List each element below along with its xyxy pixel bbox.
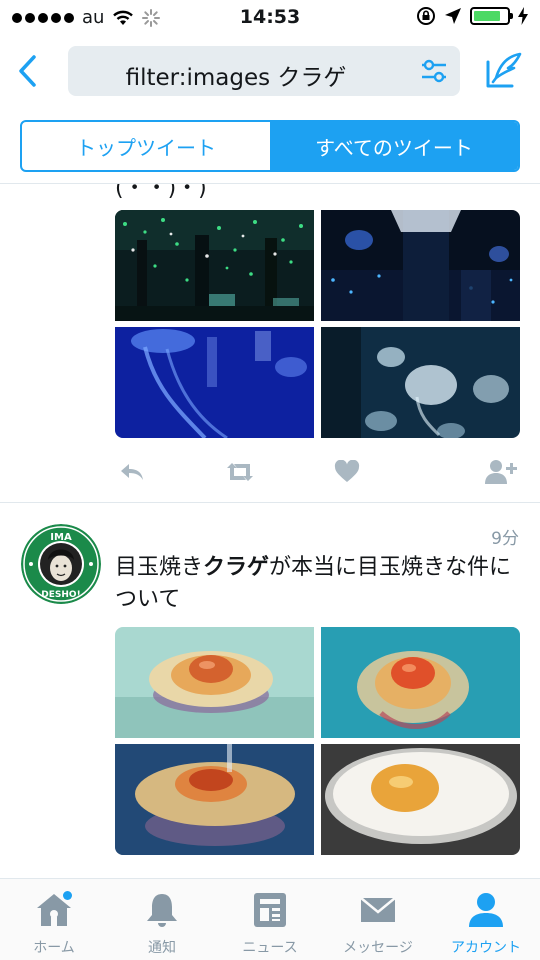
media-photo[interactable] <box>115 627 314 738</box>
person-icon <box>466 891 506 929</box>
media-photo[interactable] <box>321 210 520 321</box>
retweet-button[interactable] <box>223 456 257 488</box>
retweet-icon <box>227 463 253 481</box>
avatar[interactable]: IMA DESHO! <box>21 524 101 604</box>
media-photo[interactable] <box>321 327 520 438</box>
tweet-action-bar <box>115 456 520 488</box>
like-button[interactable] <box>330 456 364 488</box>
media-photo[interactable] <box>321 744 520 855</box>
fried-egg-photo <box>321 744 520 855</box>
notification-dot <box>63 891 72 900</box>
rotation-lock-icon <box>417 7 435 25</box>
sliders-icon[interactable] <box>420 58 448 84</box>
tab-label: メッセージ <box>343 940 413 956</box>
previous-tweet-text: (・・)・) <box>115 184 207 201</box>
jellyfish-photo <box>321 327 520 438</box>
tab-label: アカウント <box>451 940 521 956</box>
segment-top-tweets[interactable]: トップツイート <box>22 122 270 170</box>
tab-account[interactable]: アカウント <box>432 879 540 960</box>
tweet-media-grid <box>115 627 520 855</box>
search-query: filter:images クラゲ <box>125 65 347 91</box>
tab-label: 通知 <box>148 940 176 956</box>
charging-bolt-icon <box>518 7 528 25</box>
tweet-timestamp[interactable]: 9分 <box>491 524 519 549</box>
bottom-tab-bar: ホーム 通知 ニュース メッセージ アカウント <box>0 878 540 960</box>
media-photo[interactable] <box>115 744 314 855</box>
battery-level <box>474 11 500 21</box>
previous-tweet-media-grid <box>115 210 520 438</box>
tab-home[interactable]: ホーム <box>0 879 108 960</box>
heart-icon <box>334 460 360 482</box>
tab-notifications[interactable]: 通知 <box>108 879 216 960</box>
fried-egg-jellyfish-photo <box>115 744 314 855</box>
follow-button[interactable] <box>484 456 518 488</box>
location-arrow-icon <box>445 8 461 24</box>
tab-messages[interactable]: メッセージ <box>324 879 432 960</box>
tweet-filter-segmented-control: トップツイート すべてのツイート <box>20 120 520 172</box>
search-field[interactable]: filter:images クラゲ <box>68 46 460 96</box>
jellyfish-photo <box>115 327 314 438</box>
tweet-text-part: 目玉焼き <box>115 555 204 580</box>
tweet-text: 目玉焼きクラゲが本当に目玉焼きな件について <box>115 552 525 616</box>
user-avatar-image: IMA DESHO! <box>21 524 101 604</box>
segment-all-tweets[interactable]: すべてのツイート <box>270 122 518 170</box>
news-icon <box>250 891 290 929</box>
status-right <box>416 6 528 26</box>
chevron-left-icon <box>19 55 36 87</box>
reply-icon <box>121 464 143 480</box>
tab-news[interactable]: ニュース <box>216 879 324 960</box>
avatar-text-top: IMA <box>50 532 72 543</box>
home-icon <box>34 891 74 929</box>
tab-label: ホーム <box>33 940 75 956</box>
media-photo[interactable] <box>115 210 314 321</box>
tweet-divider <box>0 502 540 503</box>
quill-icon[interactable] <box>484 50 524 90</box>
reply-button[interactable] <box>115 456 149 488</box>
aquarium-photo <box>321 210 520 321</box>
envelope-icon <box>358 891 398 929</box>
fried-egg-jellyfish-photo <box>321 627 520 738</box>
fried-egg-jellyfish-photo <box>115 627 314 738</box>
aquarium-photo <box>115 210 314 321</box>
tab-label: ニュース <box>242 940 298 956</box>
battery-icon <box>470 7 513 25</box>
media-photo[interactable] <box>115 327 314 438</box>
media-photo[interactable] <box>321 627 520 738</box>
timeline[interactable]: (・・)・) IMA DESHO! 9分 目玉焼きクラゲが本当に目玉焼きな件につ… <box>0 184 540 878</box>
tweet-text-highlight: クラゲ <box>203 555 270 580</box>
status-bar: au 14:53 <box>0 0 540 36</box>
back-button[interactable] <box>10 52 44 90</box>
bell-icon <box>142 891 182 929</box>
search-nav-bar: filter:images クラゲ <box>0 36 540 106</box>
avatar-text-bottom: DESHO! <box>41 590 80 600</box>
add-user-icon <box>485 460 517 484</box>
